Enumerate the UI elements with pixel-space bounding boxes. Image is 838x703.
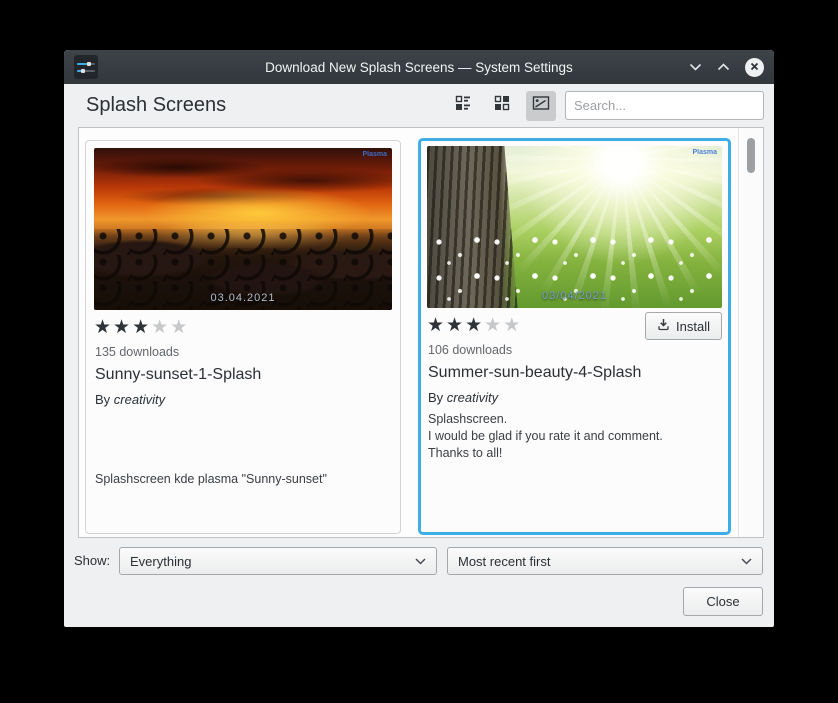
preview-view-button[interactable] bbox=[526, 91, 556, 121]
search-input[interactable] bbox=[565, 91, 764, 120]
entry-title: Sunny-sunset-1-Splash bbox=[95, 366, 392, 384]
entry-description: Splashscreen. I would be glad if you rat… bbox=[428, 411, 722, 462]
close-icon bbox=[750, 58, 759, 76]
maximize-button[interactable] bbox=[717, 58, 730, 76]
rating-stars: ★★★★★ bbox=[427, 316, 522, 336]
vertical-scrollbar[interactable] bbox=[738, 128, 763, 537]
downloads-count: 106 downloads bbox=[428, 343, 722, 357]
download-icon bbox=[657, 318, 670, 334]
entries-scroll-area[interactable]: Plasma 03.04.2021 ★★★★★ 135 downloads Su… bbox=[78, 127, 764, 538]
entry-author-line: By creativity bbox=[95, 392, 392, 407]
category-filter-dropdown[interactable]: Everything bbox=[119, 547, 437, 575]
system-settings-app-icon bbox=[74, 55, 98, 79]
details-view-button[interactable] bbox=[448, 91, 478, 121]
tiles-view-button[interactable] bbox=[487, 91, 517, 121]
install-button-label: Install bbox=[676, 319, 710, 334]
details-view-icon bbox=[455, 95, 471, 116]
window-title: Download New Splash Screens — System Set… bbox=[64, 60, 774, 75]
chevron-down-icon bbox=[415, 558, 426, 565]
show-filter-label: Show: bbox=[74, 553, 110, 568]
view-mode-buttons bbox=[439, 91, 764, 121]
image-watermark: 03/04/2021 bbox=[427, 290, 722, 302]
entry-description: Splashscreen kde plasma "Sunny-sunset" bbox=[95, 471, 392, 488]
sort-selected-value: Most recent first bbox=[458, 554, 550, 569]
tiles-view-icon bbox=[494, 95, 510, 116]
rating-stars: ★★★★★ bbox=[94, 318, 189, 338]
entry-author-line: By creativity bbox=[428, 390, 722, 405]
entry-card-summer-sun-beauty[interactable]: Plasma 03/04/2021 ★★★★★ Install 106 bbox=[418, 138, 731, 535]
install-button[interactable]: Install bbox=[645, 312, 722, 340]
entry-card-sunny-sunset[interactable]: Plasma 03.04.2021 ★★★★★ 135 downloads Su… bbox=[85, 140, 401, 534]
minimize-button[interactable] bbox=[689, 58, 702, 76]
sort-order-dropdown[interactable]: Most recent first bbox=[447, 547, 763, 575]
image-corner-label: Plasma bbox=[362, 151, 387, 158]
filter-selected-value: Everything bbox=[130, 554, 191, 569]
scrollbar-thumb[interactable] bbox=[747, 138, 755, 173]
header: Splash Screens bbox=[64, 84, 774, 127]
titlebar[interactable]: Download New Splash Screens — System Set… bbox=[64, 50, 774, 84]
image-corner-label: Plasma bbox=[692, 149, 717, 156]
close-window-button[interactable] bbox=[745, 58, 764, 77]
downloads-count: 135 downloads bbox=[95, 345, 392, 359]
splash-preview-image: Plasma 03/04/2021 bbox=[427, 146, 722, 308]
close-dialog-button[interactable]: Close bbox=[683, 587, 763, 616]
image-watermark: 03.04.2021 bbox=[94, 292, 392, 304]
author-name[interactable]: creativity bbox=[447, 390, 498, 405]
dialog-window: Download New Splash Screens — System Set… bbox=[64, 50, 774, 627]
page-title: Splash Screens bbox=[86, 94, 226, 117]
image-preview-icon bbox=[532, 95, 550, 116]
author-name[interactable]: creativity bbox=[114, 392, 165, 407]
splash-preview-image: Plasma 03.04.2021 bbox=[94, 148, 392, 310]
chevron-down-icon bbox=[741, 558, 752, 565]
entry-title: Summer-sun-beauty-4-Splash bbox=[428, 364, 722, 382]
chevron-up-icon bbox=[717, 58, 730, 76]
close-button-label: Close bbox=[706, 594, 739, 609]
chevron-down-icon bbox=[689, 58, 702, 76]
